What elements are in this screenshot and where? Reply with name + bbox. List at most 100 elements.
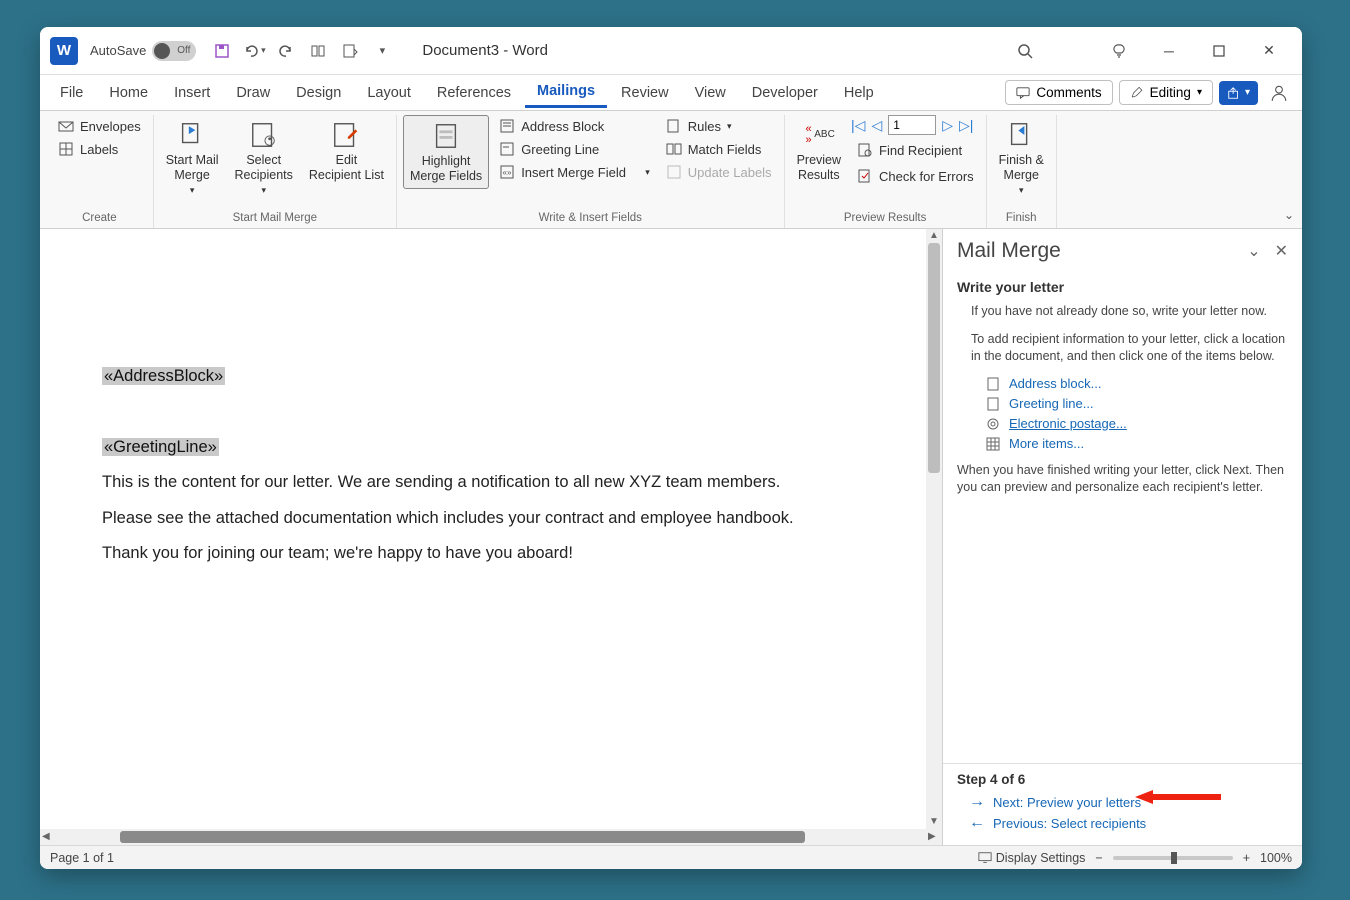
preview-results-icon: « »ABC bbox=[803, 119, 835, 151]
scroll-left-icon[interactable]: ◀ bbox=[42, 831, 54, 843]
maximize-button[interactable] bbox=[1196, 35, 1242, 67]
page-icon bbox=[985, 396, 1001, 412]
qat-btn-1[interactable] bbox=[302, 35, 334, 67]
highlight-merge-fields-button[interactable]: Highlight Merge Fields bbox=[403, 115, 489, 189]
account-icon[interactable] bbox=[1264, 77, 1294, 109]
more-items-link[interactable]: More items... bbox=[985, 436, 1288, 452]
start-mail-merge-button[interactable]: Start Mail Merge ▾ bbox=[160, 115, 225, 200]
body-para-1[interactable]: This is the content for our letter. We a… bbox=[102, 465, 848, 500]
task-text-1: If you have not already done so, write y… bbox=[971, 303, 1288, 321]
monitor-icon bbox=[978, 851, 992, 865]
search-icon[interactable] bbox=[1002, 35, 1048, 67]
select-recipients-button[interactable]: Select Recipients ▾ bbox=[229, 115, 299, 200]
arrow-left-icon: ← bbox=[969, 814, 985, 832]
tab-home[interactable]: Home bbox=[97, 79, 160, 107]
autosave-control[interactable]: AutoSave Off bbox=[90, 41, 196, 61]
scroll-right-icon[interactable]: ▶ bbox=[928, 831, 940, 843]
tab-layout[interactable]: Layout bbox=[355, 79, 423, 107]
zoom-slider[interactable] bbox=[1113, 856, 1233, 860]
preview-results-button[interactable]: « »ABCPreview Results bbox=[791, 115, 847, 187]
zoom-in-button[interactable]: + bbox=[1243, 851, 1250, 865]
ribbon-tabs: File Home Insert Draw Design Layout Refe… bbox=[40, 75, 1302, 111]
address-block-link[interactable]: Address block... bbox=[985, 376, 1288, 392]
prev-record-icon[interactable]: ◁ bbox=[871, 117, 882, 134]
scroll-down-icon[interactable]: ▼ bbox=[928, 816, 940, 828]
start-mail-merge-icon bbox=[176, 119, 208, 151]
merge-field-greetingline[interactable]: «GreetingLine» bbox=[102, 438, 219, 456]
share-icon bbox=[1227, 86, 1241, 100]
undo-icon[interactable]: ▾ bbox=[238, 35, 270, 67]
qat-btn-2[interactable] bbox=[334, 35, 366, 67]
tab-mailings[interactable]: Mailings bbox=[525, 77, 607, 108]
record-number-input[interactable] bbox=[888, 115, 936, 135]
insert-merge-field-button[interactable]: «»Insert Merge Field ▾ bbox=[493, 161, 656, 183]
chevron-down-icon: ▾ bbox=[1197, 87, 1202, 98]
redo-icon[interactable] bbox=[270, 35, 302, 67]
tab-review[interactable]: Review bbox=[609, 79, 681, 107]
horizontal-scrollbar[interactable]: ◀ ▶ bbox=[40, 829, 942, 845]
comments-button[interactable]: Comments bbox=[1005, 80, 1112, 105]
merge-field-addressblock[interactable]: «AddressBlock» bbox=[102, 367, 225, 385]
task-pane-title: Mail Merge bbox=[957, 239, 1061, 263]
comments-label: Comments bbox=[1036, 85, 1101, 100]
task-pane-dropdown-icon[interactable]: ⌄ bbox=[1247, 241, 1260, 261]
document-page[interactable]: «AddressBlock» «GreetingLine» This is th… bbox=[40, 229, 910, 612]
first-record-icon[interactable]: |◁ bbox=[851, 117, 865, 134]
tab-design[interactable]: Design bbox=[284, 79, 353, 107]
collapse-ribbon-icon[interactable]: ⌄ bbox=[1284, 208, 1294, 222]
close-button[interactable]: ✕ bbox=[1246, 35, 1292, 67]
address-block-button[interactable]: Address Block bbox=[493, 115, 656, 137]
scroll-up-icon[interactable]: ▲ bbox=[928, 230, 940, 242]
rules-button[interactable]: Rules ▾ bbox=[660, 115, 778, 137]
task-pane-close-icon[interactable]: ✕ bbox=[1275, 241, 1288, 261]
ribbon-group-write-insert: Highlight Merge Fields Address Block Gre… bbox=[397, 115, 785, 228]
page-indicator[interactable]: Page 1 of 1 bbox=[50, 851, 114, 865]
tab-view[interactable]: View bbox=[683, 79, 738, 107]
customize-qat-icon[interactable]: ▾ bbox=[366, 35, 398, 67]
find-recipient-button[interactable]: Find Recipient bbox=[851, 139, 980, 161]
electronic-postage-link[interactable]: Electronic postage... bbox=[985, 416, 1288, 432]
lightbulb-icon[interactable] bbox=[1096, 35, 1142, 67]
ribbon-group-start-mail-merge: Start Mail Merge ▾ Select Recipients ▾ E… bbox=[154, 115, 397, 228]
last-record-icon[interactable]: ▷| bbox=[959, 117, 973, 134]
vscroll-thumb[interactable] bbox=[928, 243, 940, 473]
edit-recipient-list-button[interactable]: Edit Recipient List bbox=[303, 115, 390, 187]
body-area: «AddressBlock» «GreetingLine» This is th… bbox=[40, 229, 1302, 845]
tab-file[interactable]: File bbox=[48, 79, 95, 107]
wizard-prev-link[interactable]: ← Previous: Select recipients bbox=[969, 814, 1288, 832]
greeting-line-button[interactable]: Greeting Line bbox=[493, 138, 656, 160]
vertical-scrollbar[interactable]: ▲ ▼ bbox=[926, 229, 942, 829]
tab-help[interactable]: Help bbox=[832, 79, 886, 107]
body-para-3[interactable]: Thank you for joining our team; we're ha… bbox=[102, 536, 848, 571]
autosave-label: AutoSave bbox=[90, 43, 146, 58]
comment-icon bbox=[1016, 86, 1030, 100]
share-button[interactable]: ▾ bbox=[1219, 81, 1258, 105]
tab-draw[interactable]: Draw bbox=[224, 79, 282, 107]
group-label-create: Create bbox=[82, 210, 117, 228]
editing-mode-button[interactable]: Editing ▾ bbox=[1119, 80, 1213, 105]
finish-merge-button[interactable]: Finish & Merge ▾ bbox=[993, 115, 1050, 200]
grid-icon bbox=[985, 436, 1001, 452]
autosave-toggle[interactable]: Off bbox=[152, 41, 196, 61]
body-para-2[interactable]: Please see the attached documentation wh… bbox=[102, 501, 848, 536]
zoom-thumb[interactable] bbox=[1171, 852, 1177, 864]
labels-button[interactable]: Labels bbox=[52, 138, 147, 160]
save-icon[interactable] bbox=[206, 35, 238, 67]
match-fields-button[interactable]: Match Fields bbox=[660, 138, 778, 160]
zoom-level[interactable]: 100% bbox=[1260, 851, 1292, 865]
minimize-button[interactable]: ─ bbox=[1146, 35, 1192, 67]
envelopes-button[interactable]: Envelopes bbox=[52, 115, 147, 137]
pencil-icon bbox=[1130, 86, 1144, 100]
tab-references[interactable]: References bbox=[425, 79, 523, 107]
display-settings-button[interactable]: Display Settings bbox=[978, 851, 1086, 865]
check-errors-button[interactable]: Check for Errors bbox=[851, 165, 980, 187]
document-scroll[interactable]: «AddressBlock» «GreetingLine» This is th… bbox=[40, 229, 942, 829]
zoom-out-button[interactable]: − bbox=[1095, 851, 1102, 865]
wizard-next-link[interactable]: → Next: Preview your letters bbox=[969, 793, 1288, 811]
greeting-line-link[interactable]: Greeting line... bbox=[985, 396, 1288, 412]
hscroll-thumb[interactable] bbox=[120, 831, 805, 843]
tab-insert[interactable]: Insert bbox=[162, 79, 222, 107]
edit-recipient-list-icon bbox=[330, 119, 362, 151]
tab-developer[interactable]: Developer bbox=[740, 79, 830, 107]
next-record-icon[interactable]: ▷ bbox=[942, 117, 953, 134]
